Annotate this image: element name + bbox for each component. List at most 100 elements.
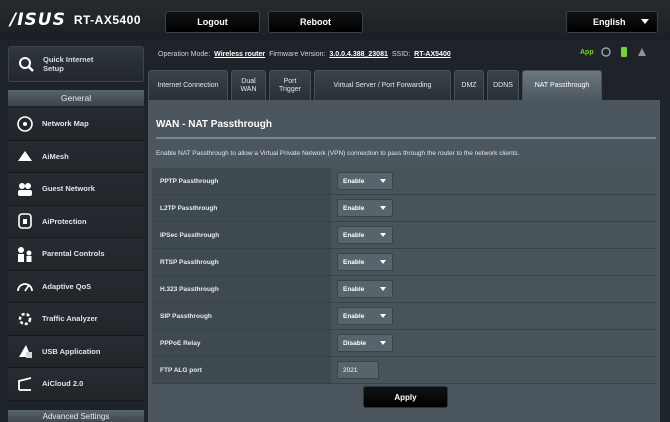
select-value: Enable [343, 204, 365, 212]
sidebar-item-label: AiMesh [42, 151, 69, 161]
title-divider [156, 137, 656, 139]
reboot-button[interactable]: Reboot [268, 11, 363, 33]
sidebar-item-label: Traffic Analyzer [42, 314, 98, 324]
sidebar-item-aicloud[interactable]: AiCloud 2.0 [8, 368, 144, 401]
parental-controls-icon [18, 246, 32, 262]
quick-internet-setup-button[interactable]: Quick Internet Setup [8, 46, 144, 82]
asus-logo: /ISUS RT-AX5400 [10, 10, 141, 30]
setting-row-l2tp: L2TP Passthrough Enable [152, 195, 656, 222]
pppoe-relay-select[interactable]: Disable [337, 334, 393, 352]
setting-row-rtsp: RTSP Passthrough Enable [152, 249, 656, 276]
op-mode-link[interactable]: Wireless router [214, 51, 265, 58]
page-title: WAN - NAT Passthrough [156, 119, 272, 130]
sidebar-item-label: Adaptive QoS [42, 281, 92, 291]
guest-network-icon [18, 182, 32, 196]
usb-application-icon [19, 345, 32, 359]
chevron-down-icon [641, 19, 649, 24]
language-label: English [593, 17, 626, 27]
aiprotection-icon [18, 213, 32, 230]
setting-label: SIP Passthrough [152, 303, 331, 329]
tab-port-trigger[interactable]: Port Trigger [269, 70, 311, 100]
rtsp-passthrough-select[interactable]: Enable [337, 253, 393, 271]
sidebar-item-label: Parental Controls [42, 249, 105, 259]
sidebar-item-traffic-analyzer[interactable]: Traffic Analyzer [8, 303, 144, 336]
sidebar-item-usb-application[interactable]: USB Application [8, 335, 144, 368]
language-select[interactable]: English [566, 11, 658, 33]
setting-label: H.323 Passthrough [152, 276, 331, 302]
wan-tabs: Internet Connection Dual WAN Port Trigge… [148, 70, 602, 100]
h323-passthrough-select[interactable]: Enable [337, 280, 393, 298]
setting-row-pptp: PPTP Passthrough Enable [152, 168, 656, 195]
setting-label: IPSec Passthrough [152, 222, 331, 248]
sidebar-item-label: AiCloud 2.0 [42, 379, 84, 389]
aimesh-icon [18, 151, 32, 162]
adaptive-qos-icon [17, 283, 33, 292]
sidebar-item-label: Guest Network [42, 184, 95, 194]
setting-label: RTSP Passthrough [152, 249, 331, 275]
setting-label: PPTP Passthrough [152, 168, 331, 194]
tab-virtual-server[interactable]: Virtual Server / Port Forwarding [314, 70, 451, 100]
setting-label: PPPoE Relay [152, 330, 331, 356]
sip-passthrough-select[interactable]: Enable [337, 307, 393, 325]
general-header: General [8, 90, 144, 106]
sidebar-item-label: USB Application [42, 346, 101, 356]
page-description: Enable NAT Passthrough to allow a Virtua… [156, 150, 520, 157]
magnifier-icon [19, 57, 34, 72]
select-value: Disable [343, 339, 367, 347]
l2tp-passthrough-select[interactable]: Enable [337, 199, 393, 217]
advanced-settings-header: Advanced Settings [8, 410, 144, 422]
select-value: Enable [343, 312, 365, 320]
sidebar-item-label: AiProtection [42, 216, 87, 226]
tab-dmz[interactable]: DMZ [454, 70, 484, 100]
setting-label: L2TP Passthrough [152, 195, 331, 221]
network-map-icon [17, 115, 33, 132]
chevron-down-icon [380, 287, 386, 291]
chevron-down-icon [380, 179, 386, 183]
chevron-down-icon [380, 233, 386, 237]
sidebar-item-guest-network[interactable]: Guest Network [8, 173, 144, 206]
sidebar-item-label: Network Map [42, 119, 89, 129]
model-name: RT-AX5400 [73, 13, 142, 27]
ipsec-passthrough-select[interactable]: Enable [337, 226, 393, 244]
traffic-analyzer-icon [18, 312, 32, 325]
pptp-passthrough-select[interactable]: Enable [337, 172, 393, 190]
tab-internet-connection[interactable]: Internet Connection [148, 70, 228, 100]
settings-table: PPTP Passthrough Enable L2TP Passthrough… [152, 168, 656, 384]
sidebar-item-network-map[interactable]: Network Map [8, 108, 144, 141]
chevron-down-icon [380, 206, 386, 210]
sidebar-menu: Network Map AiMesh Guest Network AiProte… [8, 108, 144, 401]
sidebar-item-parental-controls[interactable]: Parental Controls [8, 238, 144, 271]
firmware-label: Firmware Version: [269, 50, 326, 58]
ssid-link[interactable]: RT-AX5400 [414, 51, 451, 58]
select-value: Enable [343, 258, 365, 266]
apply-button[interactable]: Apply [363, 386, 448, 408]
tab-dual-wan[interactable]: Dual WAN [231, 70, 266, 100]
sidebar-item-aiprotection[interactable]: AiProtection [8, 205, 144, 238]
aicloud-icon [18, 376, 32, 391]
sidebar-item-adaptive-qos[interactable]: Adaptive QoS [8, 270, 144, 303]
chevron-down-icon [380, 260, 386, 264]
setting-row-ftp-alg-port: FTP ALG port [152, 357, 656, 384]
op-mode-label: Operation Mode: [158, 50, 211, 58]
chevron-down-icon [380, 314, 386, 318]
logout-button[interactable]: Logout [165, 11, 260, 33]
usb-status-icon[interactable] [618, 46, 630, 58]
firmware-link[interactable]: 3.0.0.4.388_23081 [329, 51, 387, 58]
select-value: Enable [343, 231, 365, 239]
sidebar-item-aimesh[interactable]: AiMesh [8, 140, 144, 173]
ftp-alg-port-input[interactable] [337, 361, 379, 379]
content-panel: WAN - NAT Passthrough Enable NAT Passthr… [148, 100, 660, 422]
ssid-label: SSID: [391, 50, 411, 58]
tab-ddns[interactable]: DDNS [487, 70, 519, 100]
select-value: Enable [343, 177, 365, 185]
wan-status-icon[interactable] [600, 46, 612, 58]
tab-nat-passthrough[interactable]: NAT Passthrough [522, 70, 602, 100]
chevron-down-icon [380, 341, 386, 345]
brand-text: /ISUS [10, 10, 66, 30]
setting-row-sip: SIP Passthrough Enable [152, 303, 656, 330]
status-icons: App [580, 46, 648, 58]
app-link[interactable]: App [580, 49, 594, 56]
notification-icon[interactable] [636, 46, 648, 58]
quick-setup-label: Quick Internet Setup [43, 55, 94, 73]
top-bar: /ISUS RT-AX5400 Logout Reboot English [0, 0, 670, 40]
